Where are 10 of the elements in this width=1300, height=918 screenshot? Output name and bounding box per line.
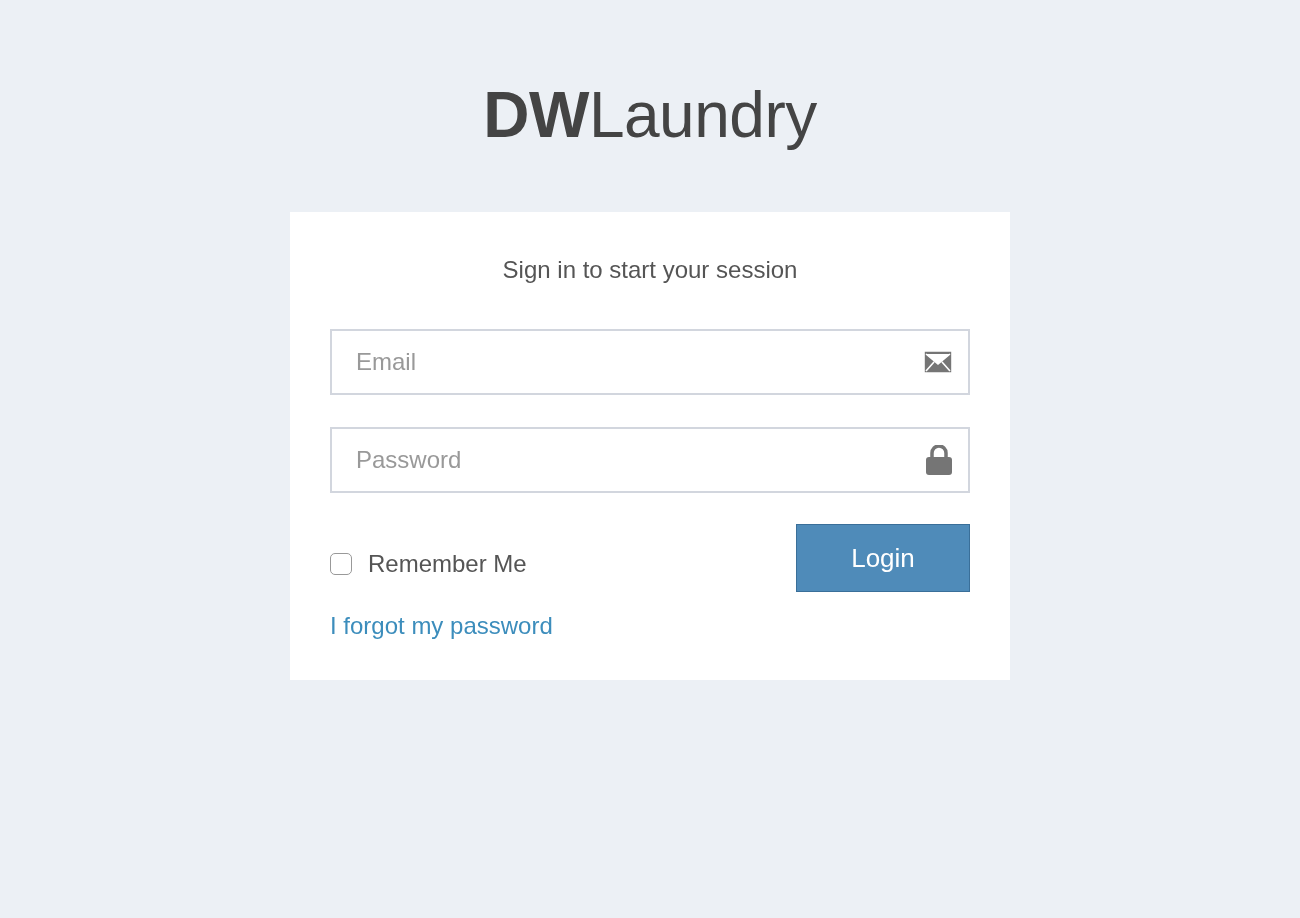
remember-label: Remember Me xyxy=(368,550,527,578)
logo: DWLaundry xyxy=(483,78,817,152)
login-button[interactable]: Login xyxy=(796,524,970,592)
checkbox[interactable] xyxy=(330,553,352,575)
password-field[interactable]: Password xyxy=(330,427,970,493)
login-title: Sign in to start your session xyxy=(501,256,799,284)
forgot-password-link[interactable]: I forgot my password xyxy=(330,612,553,640)
envelope-icon xyxy=(924,351,952,373)
lock-icon xyxy=(926,445,952,475)
email-field[interactable]: Email xyxy=(330,329,970,395)
